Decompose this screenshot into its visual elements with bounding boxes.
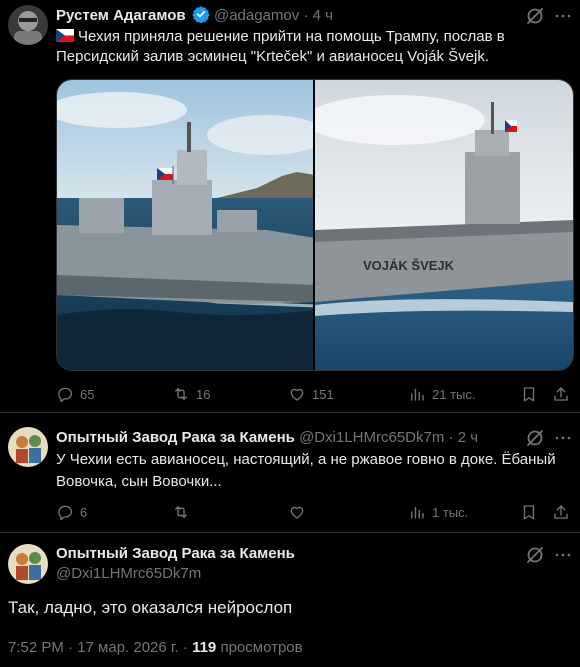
destroyer-photo[interactable]	[57, 80, 315, 370]
like-button[interactable]: 151	[288, 384, 334, 404]
author-handle[interactable]: @Dxi1LHMrc65Dk7m	[299, 429, 444, 446]
repost-icon	[175, 506, 187, 518]
views-button[interactable]: 21 тыс.	[408, 384, 475, 404]
reply-button[interactable]: 6	[56, 502, 87, 522]
tweet-timestamp[interactable]: 7:52 PM · 17 мар. 2026 г.	[8, 639, 179, 656]
more-icon[interactable]	[553, 428, 573, 448]
views-label: просмотров	[220, 639, 303, 656]
views-icon	[411, 388, 424, 401]
like-icon	[290, 506, 304, 519]
tweet-text: Так, ладно, это оказался нейрослоп	[8, 598, 293, 617]
tweet-time[interactable]: 2 ч	[458, 429, 478, 446]
more-icon[interactable]	[553, 6, 573, 26]
like-button[interactable]	[288, 502, 306, 522]
more-icon[interactable]	[553, 545, 573, 565]
views-count: 119	[192, 639, 217, 656]
avatar[interactable]	[8, 427, 48, 467]
tweet-original[interactable]: Рустем Адагамов @adagamov · 4 ч Чехия пр…	[0, 0, 580, 410]
action-bar: 6 1 тыс.	[56, 502, 574, 522]
bookmark-icon	[523, 505, 535, 520]
tweet-media[interactable]: VOJÁK ŠVEJK	[56, 79, 574, 371]
views-button[interactable]: 1 тыс.	[408, 502, 468, 522]
grok-icon[interactable]	[525, 6, 545, 26]
reply-icon	[58, 387, 72, 403]
avatar[interactable]	[8, 544, 48, 584]
author-name[interactable]: Рустем Адагамов	[56, 7, 186, 24]
tweet-text: Чехия приняла решение прийти на помощь Т…	[56, 28, 505, 65]
tweet-reply[interactable]: Опытный Завод Рака за Камень @Dxi1LHMrc6…	[0, 413, 580, 531]
bookmark-button[interactable]	[520, 384, 538, 404]
share-icon	[554, 505, 568, 519]
bookmark-button[interactable]	[520, 502, 538, 522]
carrier-photo[interactable]: VOJÁK ŠVEJK	[315, 80, 573, 370]
reply-button[interactable]: 65	[56, 384, 94, 404]
tweet-text: У Чехии есть авианосец, настоящий, а не …	[56, 451, 556, 490]
tweet-focused: Опытный Завод Рака за Камень @Dxi1LHMrc6…	[0, 533, 580, 667]
action-bar: 65 16 151 21 тыс.	[56, 384, 574, 404]
author-handle[interactable]: @adagamov	[214, 7, 299, 24]
czech-flag-icon	[56, 28, 74, 42]
like-icon	[290, 388, 304, 401]
grok-icon[interactable]	[525, 428, 545, 448]
reply-icon	[58, 505, 72, 521]
repost-button[interactable]: 16	[172, 384, 210, 404]
author-name[interactable]: Опытный Завод Рака за Камень	[56, 429, 295, 446]
share-button[interactable]	[552, 384, 570, 404]
share-button[interactable]	[552, 502, 570, 522]
views-icon	[411, 506, 424, 519]
tweet-time[interactable]: 4 ч	[313, 7, 333, 24]
verified-badge-icon	[192, 5, 210, 29]
hull-lettering: VOJÁK ŠVEJK	[363, 258, 455, 273]
bookmark-icon	[523, 387, 535, 402]
grok-icon[interactable]	[525, 545, 545, 565]
share-icon	[554, 387, 568, 401]
avatar[interactable]	[8, 5, 48, 45]
repost-button[interactable]	[172, 502, 190, 522]
repost-icon	[175, 388, 187, 400]
author-handle[interactable]: @Dxi1LHMrc65Dk7m	[56, 565, 201, 582]
author-name[interactable]: Опытный Завод Рака за Камень	[56, 545, 295, 562]
